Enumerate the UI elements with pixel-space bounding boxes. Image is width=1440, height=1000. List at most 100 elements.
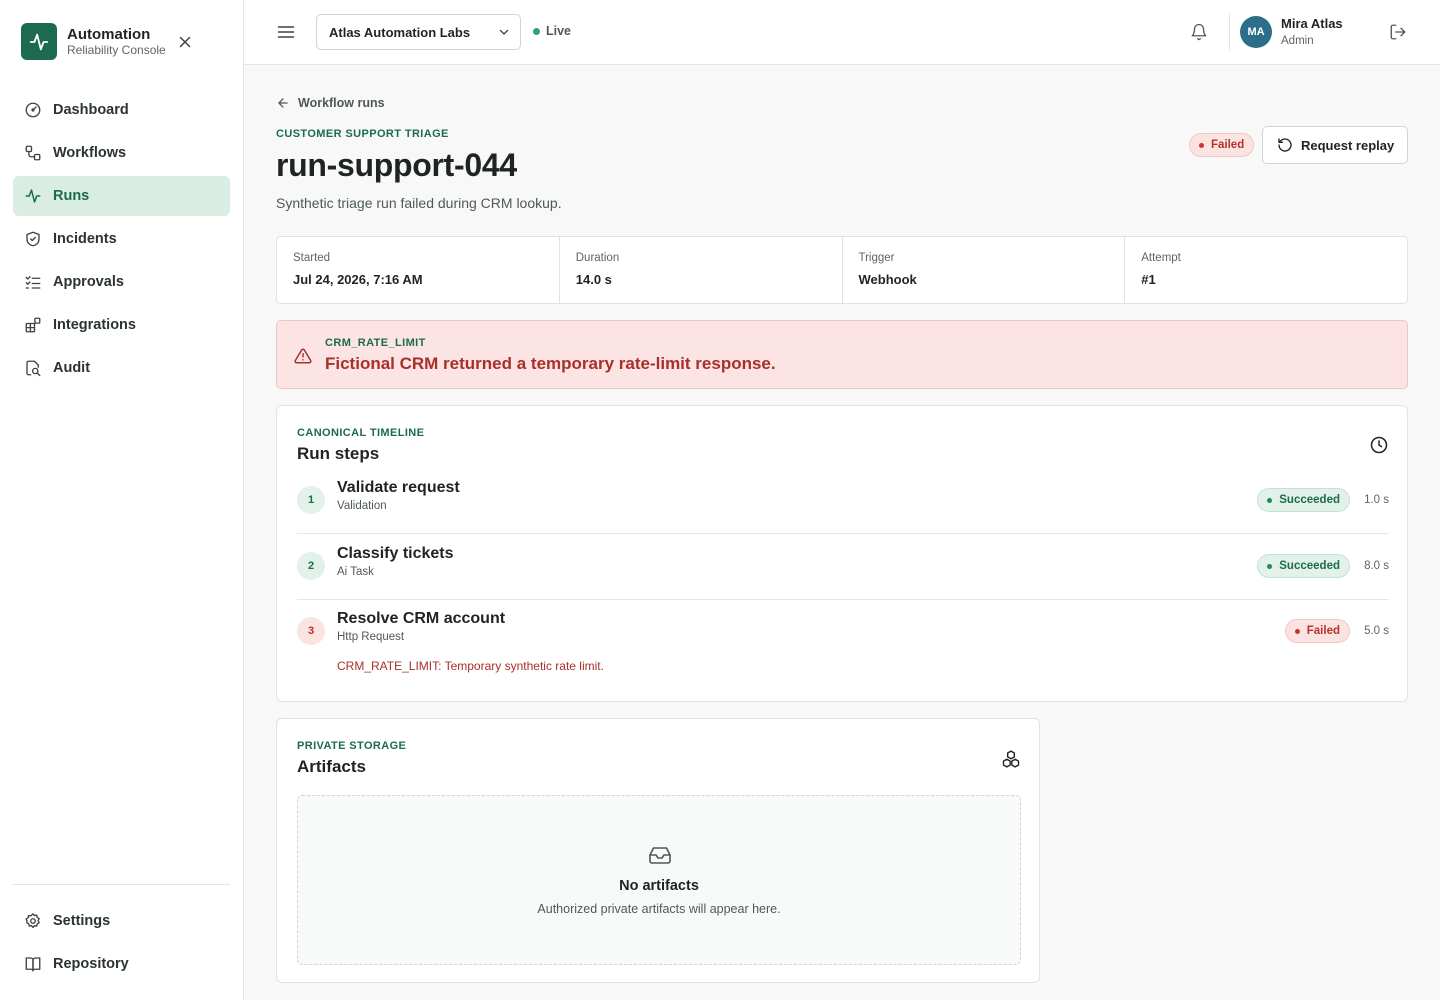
sidebar-item-repository[interactable]: Repository [13,944,230,984]
gauge-icon [24,101,42,119]
empty-state: No artifacts Authorized private artifact… [297,795,1021,965]
live-dot [533,27,540,35]
step-type: Validation [337,500,387,512]
book-icon [24,955,42,973]
arrow-left-icon [276,96,290,110]
sidebar-item-incidents[interactable]: Incidents [13,219,230,259]
sidebar-item-label: Audit [53,360,91,376]
back-link[interactable]: Workflow runs [276,96,385,110]
checklist-icon [24,273,42,291]
step-name: Classify tickets [337,545,454,562]
sidebar-item-approvals[interactable]: Approvals [13,262,230,302]
live-status: Live [533,24,571,38]
avatar[interactable]: MA [1240,16,1272,48]
gear-icon [24,912,42,930]
step-number: 2 [297,552,325,580]
meta-started: Started Jul 24, 2026, 7:16 AM [277,237,560,303]
step-duration: 5.0 s [1364,625,1389,637]
status-dot [1199,142,1204,148]
meta-value: #1 [1141,272,1156,287]
meta-value: Webhook [858,272,917,287]
meta-label: Started [293,252,331,264]
clock-icon [1369,435,1389,455]
activity-icon [24,187,42,205]
step-divider [297,533,1389,534]
card-eyebrow: PRIVATE STORAGE [297,740,407,752]
sidebar-item-workflows[interactable]: Workflows [13,133,230,173]
main-nav: Dashboard Workflows Runs Incidents Appro… [13,90,230,391]
rotate-ccw-icon [1277,137,1293,153]
run-steps-card: CANONICAL TIMELINE Run steps 1 Validate … [276,405,1408,702]
sidebar-item-label: Incidents [53,231,117,247]
back-link-label: Workflow runs [298,96,385,110]
activity-logo-icon [21,23,57,60]
brand-title: Automation [67,25,151,43]
bell-icon[interactable] [1190,23,1208,41]
sidebar-item-dashboard[interactable]: Dashboard [13,90,230,130]
step-duration: 8.0 s [1364,560,1389,572]
workspace-select[interactable]: Atlas Automation Labs [316,14,521,50]
step-name: Resolve CRM account [337,610,506,627]
sidebar-item-label: Approvals [53,274,124,290]
step-type: Ai Task [337,566,374,578]
card-eyebrow: CANONICAL TIMELINE [297,427,425,439]
sidebar-item-label: Repository [53,956,129,972]
step-status-badge: Succeeded [1257,554,1350,578]
meta-duration: Duration 14.0 s [560,237,843,303]
blocks-icon [24,316,42,334]
step-number: 1 [297,486,325,514]
brand: Automation Reliability Console [21,23,166,60]
sidebar-item-label: Dashboard [53,102,129,118]
menu-icon[interactable] [276,22,296,42]
empty-text: Authorized private artifacts will appear… [537,902,781,916]
page-title: run-support-044 [276,147,517,183]
sidebar-item-settings[interactable]: Settings [13,901,230,941]
inbox-icon [648,843,672,867]
topbar: Atlas Automation Labs Live MA Mira Atlas… [244,0,1440,65]
step-type: Http Request [337,631,405,643]
step-name: Validate request [337,479,460,496]
live-label: Live [546,24,572,38]
sidebar-item-integrations[interactable]: Integrations [13,305,230,345]
logout-icon[interactable] [1389,23,1407,41]
sidebar-item-runs[interactable]: Runs [13,176,230,216]
workflow-icon [24,144,42,162]
error-banner: CRM_RATE_LIMIT Fictional CRM returned a … [276,320,1408,389]
request-replay-button[interactable]: Request replay [1262,126,1408,164]
workflow-name: CUSTOMER SUPPORT TRIAGE [276,128,449,140]
status-badge: Failed [1189,133,1255,157]
card-title: Run steps [297,444,380,463]
close-icon[interactable] [176,33,194,51]
sidebar-item-label: Integrations [53,317,136,333]
topbar-divider [1229,14,1230,50]
meta-label: Attempt [1141,252,1181,264]
meta-trigger: Trigger Webhook [843,237,1126,303]
empty-title: No artifacts [619,878,699,894]
error-message: Fictional CRM returned a temporary rate-… [325,354,776,373]
alert-triangle-icon [294,347,312,365]
sidebar: Automation Reliability Console Dashboard… [0,0,244,1000]
meta-value: Jul 24, 2026, 7:16 AM [293,272,423,287]
step-divider [297,599,1389,600]
boxes-icon [1001,749,1021,769]
sidebar-item-label: Runs [53,188,90,204]
meta-label: Duration [575,252,620,264]
nav-divider [13,884,230,885]
file-search-icon [24,359,42,377]
meta-attempt: Attempt #1 [1125,237,1407,303]
user-role: Admin [1281,35,1314,47]
brand-subtitle: Reliability Console [67,42,166,57]
run-description: Synthetic triage run failed during CRM l… [276,195,562,211]
step-status-badge: Failed [1284,619,1350,643]
sidebar-item-audit[interactable]: Audit [13,348,230,388]
meta-value: 14.0 s [575,272,612,287]
sidebar-item-label: Workflows [53,145,127,161]
step-status-badge: Succeeded [1257,488,1350,512]
sidebar-item-label: Settings [53,913,111,929]
workspace-name: Atlas Automation Labs [329,24,471,40]
meta-label: Trigger [858,252,895,264]
card-title: Artifacts [297,757,366,776]
chevron-down-icon [498,26,510,38]
secondary-nav: Settings Repository [13,901,230,987]
shield-icon [24,230,42,248]
